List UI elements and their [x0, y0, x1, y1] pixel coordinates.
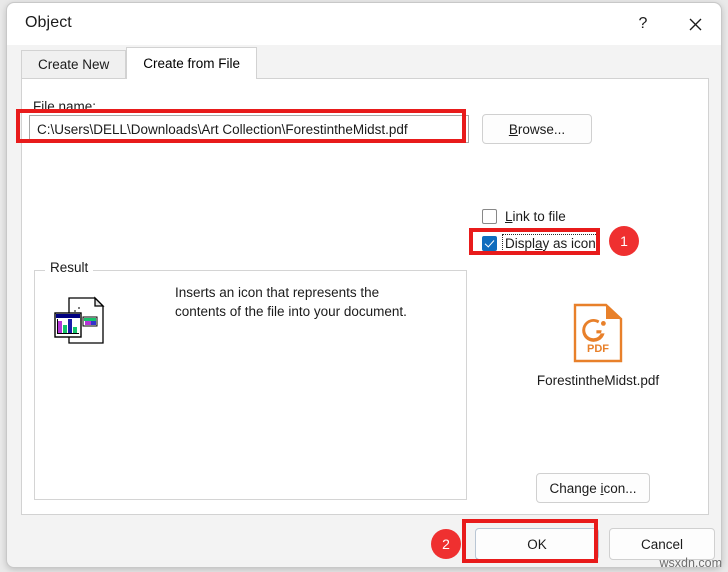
- browse-button[interactable]: Browse...: [482, 114, 592, 144]
- file-path-input[interactable]: C:\Users\DELL\Downloads\Art Collection\F…: [29, 115, 469, 143]
- tab-create-new[interactable]: Create New: [21, 50, 127, 78]
- result-description: Inserts an icon that represents the cont…: [175, 285, 407, 319]
- display-as-icon-label: Display as icon: [502, 234, 600, 254]
- result-group-title: Result: [45, 260, 94, 275]
- page-title: Object: [25, 14, 72, 31]
- pdf-file-icon: PDF: [512, 303, 684, 363]
- link-to-file-checkbox-row[interactable]: Link to file: [482, 209, 566, 224]
- svg-text:PDF: PDF: [587, 343, 609, 355]
- title-bar: Object ?: [7, 3, 721, 45]
- help-icon[interactable]: ?: [621, 3, 665, 45]
- icon-preview-file-name: ForestintheMidst.pdf: [536, 373, 660, 388]
- tab-strip: Create New Create from File: [21, 47, 258, 79]
- display-as-icon-checkbox-row[interactable]: Display as icon: [482, 234, 600, 254]
- watermark: wsxdn.com: [659, 556, 722, 570]
- display-as-icon-checkbox[interactable]: [482, 236, 497, 251]
- change-icon-button[interactable]: Change icon...: [536, 473, 650, 503]
- icon-preview: PDF ForestintheMidst.pdf: [512, 303, 684, 391]
- tab-create-from-file[interactable]: Create from File: [126, 47, 258, 79]
- file-name-label: File name:: [33, 99, 97, 114]
- annotation-badge-2: 2: [431, 529, 461, 559]
- document-with-chart-icon: [51, 295, 109, 347]
- link-to-file-label: Link to file: [505, 209, 566, 224]
- link-to-file-checkbox[interactable]: [482, 209, 497, 224]
- ok-button[interactable]: OK: [475, 528, 599, 560]
- object-dialog: Object ? Create New Create from File Fil…: [6, 2, 722, 568]
- close-icon[interactable]: [673, 3, 717, 45]
- annotation-badge-1: 1: [609, 226, 639, 256]
